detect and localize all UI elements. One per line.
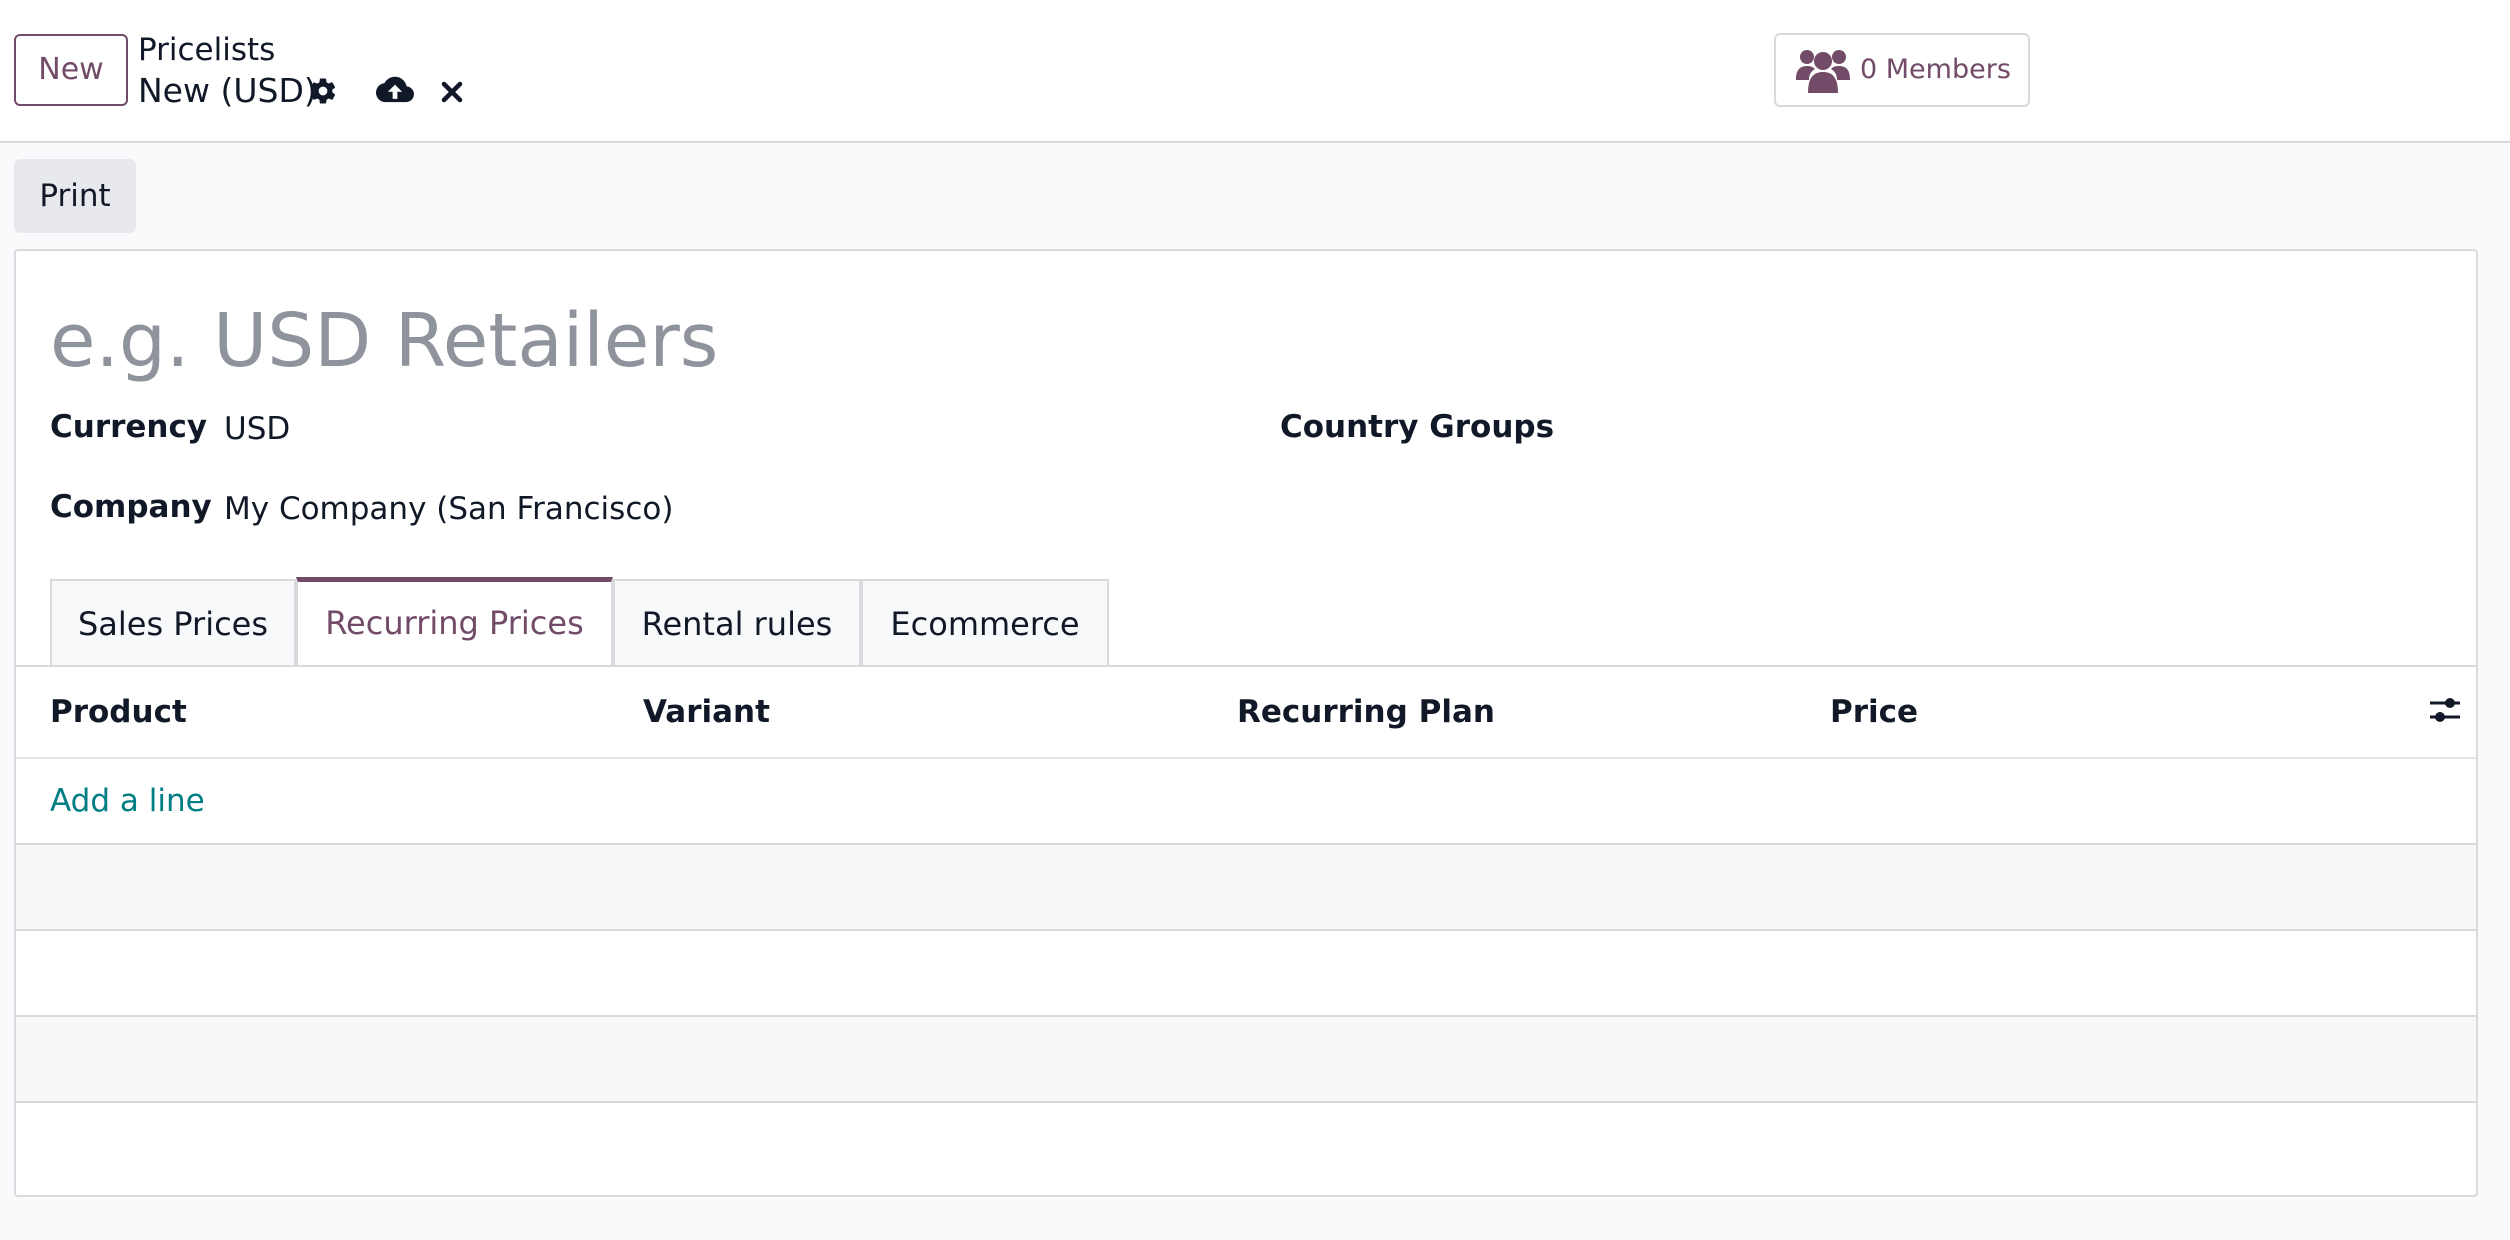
new-button[interactable]: New (14, 34, 128, 106)
company-field[interactable]: My Company (San Francisco) (224, 489, 673, 529)
table-row (16, 845, 2476, 931)
cloud-upload-icon[interactable] (376, 74, 414, 108)
close-icon[interactable] (440, 80, 464, 104)
column-header-recurring-plan[interactable]: Recurring Plan (1237, 667, 1495, 757)
notebook-tabs: Sales Prices Recurring Prices Rental rul… (16, 577, 2476, 667)
currency-label: Currency (50, 409, 208, 445)
column-header-price[interactable]: Price (1830, 667, 1918, 757)
form-sheet: Currency USD Country Groups Company My C… (14, 249, 2478, 1197)
country-groups-label: Country Groups (1280, 409, 1555, 445)
add-line-link[interactable]: Add a line (50, 759, 205, 843)
table-row (16, 1017, 2476, 1103)
tab-ecommerce[interactable]: Ecommerce (861, 579, 1109, 665)
gear-icon[interactable] (308, 76, 338, 106)
tab-rental-rules[interactable]: Rental rules (613, 579, 861, 665)
breadcrumb-pricelists[interactable]: Pricelists (138, 30, 275, 70)
currency-field[interactable]: USD (224, 409, 290, 449)
members-button[interactable]: 0 Members (1774, 33, 2030, 107)
table-row (16, 1103, 2476, 1187)
column-header-product[interactable]: Product (50, 667, 187, 757)
tab-recurring-prices[interactable]: Recurring Prices (296, 577, 613, 665)
company-label: Company (50, 489, 212, 525)
table-row (16, 931, 2476, 1017)
column-header-variant[interactable]: Variant (643, 667, 770, 757)
members-label: 0 Members (1860, 54, 2011, 85)
sliders-icon[interactable] (2428, 693, 2462, 731)
control-panel: New Pricelists New (USD) 0 Members (0, 0, 2510, 143)
record-name: New (USD) (138, 71, 317, 110)
print-button[interactable]: Print (14, 159, 136, 233)
tab-sales-prices[interactable]: Sales Prices (50, 579, 296, 665)
pricelist-name-input[interactable] (50, 291, 1650, 391)
country-groups-field[interactable] (1536, 409, 2436, 449)
users-icon (1796, 47, 1850, 99)
list-header: Product Variant Recurring Plan Price (16, 667, 2476, 759)
add-line-row: Add a line (16, 759, 2476, 845)
